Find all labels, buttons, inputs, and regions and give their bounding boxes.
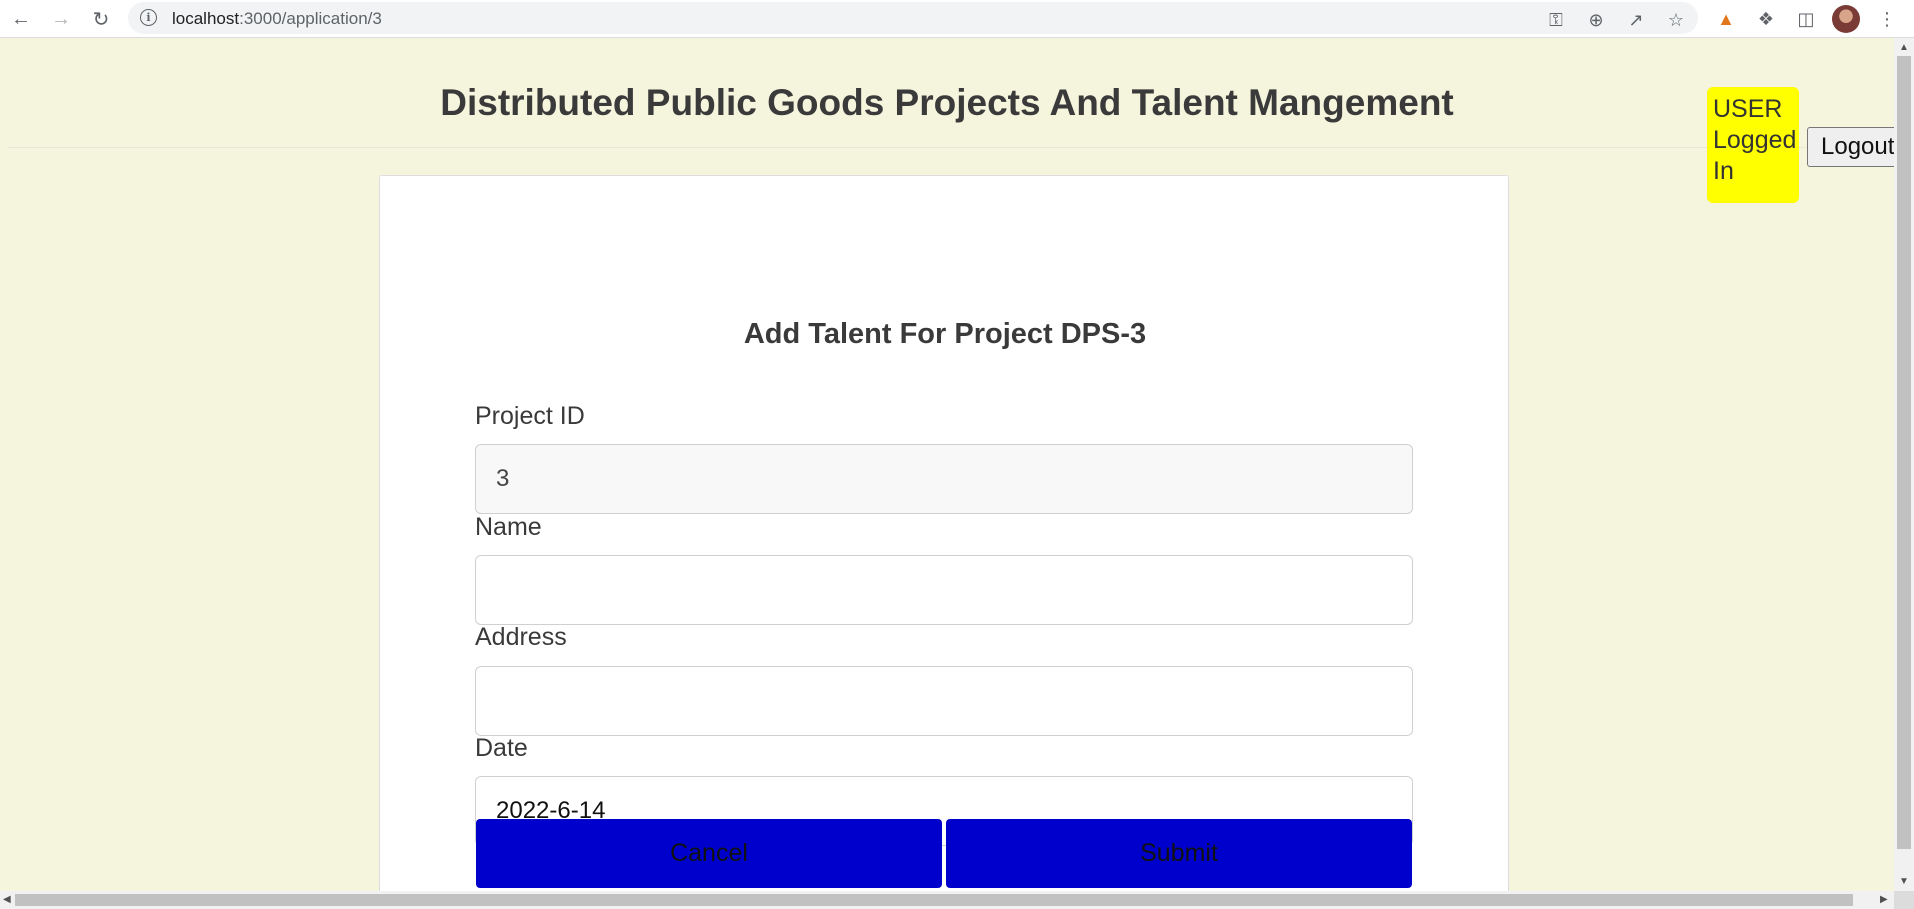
vertical-scroll-thumb[interactable]	[1897, 56, 1911, 849]
date-label: Date	[475, 734, 528, 762]
scroll-down-icon[interactable]: ▼	[1899, 876, 1909, 887]
profile-avatar[interactable]	[1832, 5, 1860, 33]
site-info-icon[interactable]: i	[140, 9, 157, 26]
project-id-field[interactable]	[475, 444, 1413, 514]
share-icon[interactable]: ↗	[1624, 8, 1648, 32]
scroll-right-icon[interactable]: ▶	[1880, 894, 1888, 905]
submit-button[interactable]: Submit	[946, 819, 1412, 888]
zoom-icon[interactable]: ⊕	[1584, 8, 1608, 32]
back-arrow-icon[interactable]: ←	[6, 4, 36, 34]
url-text[interactable]: localhost:3000/application/3	[172, 9, 382, 29]
bookmark-star-icon[interactable]: ☆	[1664, 8, 1688, 32]
horizontal-scrollbar[interactable]: ◀ ▶	[0, 891, 1894, 909]
page-title: Distributed Public Goods Projects And Ta…	[440, 82, 1454, 123]
name-label: Name	[475, 513, 542, 541]
vertical-scrollbar[interactable]: ▲ ▼	[1894, 38, 1914, 891]
page-viewport: Distributed Public Goods Projects And Ta…	[0, 38, 1894, 891]
address-bar[interactable]: i localhost:3000/application/3 ⚿ ⊕ ↗ ☆	[128, 2, 1698, 34]
side-panel-icon[interactable]: ◫	[1791, 4, 1821, 34]
forward-arrow-icon[interactable]: →	[46, 4, 76, 34]
header-divider	[8, 147, 1888, 148]
scroll-left-icon[interactable]: ◀	[3, 894, 11, 905]
horizontal-scroll-thumb[interactable]	[15, 894, 1853, 906]
cancel-button[interactable]: Cancel	[476, 819, 942, 888]
extensions-puzzle-icon[interactable]: ❖	[1751, 4, 1781, 34]
key-icon[interactable]: ⚿	[1544, 8, 1568, 32]
project-id-label: Project ID	[475, 402, 585, 430]
scrollbar-corner	[1894, 891, 1914, 909]
browser-toolbar: ← → ↻ i localhost:3000/application/3 ⚿ ⊕…	[0, 0, 1914, 38]
reload-icon[interactable]: ↻	[86, 4, 116, 34]
address-label: Address	[475, 623, 567, 651]
logout-button[interactable]: Logout	[1807, 127, 1894, 167]
scroll-up-icon[interactable]: ▲	[1899, 42, 1909, 53]
user-status-badge: USER Logged In	[1707, 87, 1799, 203]
talent-form-card: Add Talent For Project DPS-3 Project ID …	[379, 175, 1509, 891]
form-title: Add Talent For Project DPS-3	[743, 318, 1147, 350]
more-menu-icon[interactable]: ⋮	[1872, 4, 1902, 34]
metamask-fox-icon[interactable]: ▲	[1711, 4, 1741, 34]
address-field[interactable]	[475, 666, 1413, 736]
name-field[interactable]	[475, 555, 1413, 625]
